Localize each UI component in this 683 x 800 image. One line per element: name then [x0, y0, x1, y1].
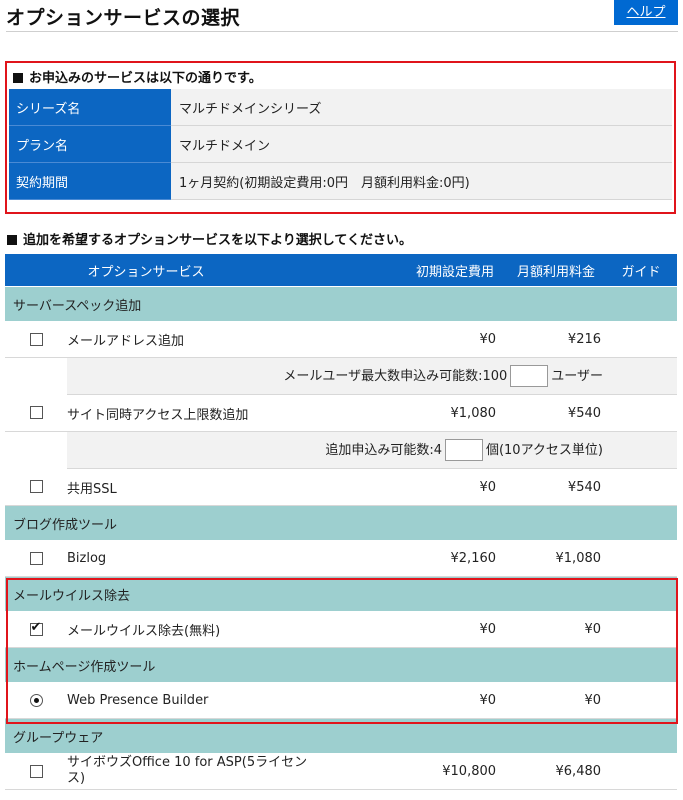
option-row-mail-address: メールアドレス追加 ¥0 ¥216 — [5, 321, 678, 358]
option-name: サイボウズOffice 10 for ASP(5ライセンス) — [67, 753, 348, 790]
option-detail-row: 追加申込み可能数:4 個(10アクセス単位) — [5, 431, 678, 469]
option-row-cybozu-office: サイボウズOffice 10 for ASP(5ライセンス) ¥10,800 ¥… — [5, 753, 678, 790]
column-header-guide: ガイド — [605, 254, 678, 287]
option-name: Bizlog — [67, 540, 348, 577]
shared-ssl-checkbox[interactable] — [29, 480, 43, 494]
category-row: サーバースペック追加 — [5, 286, 678, 321]
category-row: グループウェア — [5, 718, 678, 753]
category-label: メールウイルス除去 — [5, 576, 678, 611]
option-row-web-presence-builder: Web Presence Builder ¥0 ¥0 — [5, 682, 678, 719]
options-table-header: オプションサービス 初期設定費用 月額利用料金 ガイド — [5, 254, 678, 287]
summary-row-period: 契約期間 1ヶ月契約(初期設定費用:0円 月額利用料金:0円) — [9, 162, 672, 200]
site-access-checkbox[interactable] — [29, 406, 43, 420]
category-label: サーバースペック追加 — [5, 286, 678, 321]
application-summary: お申込みのサービスは以下の通りです。 シリーズ名 マルチドメインシリーズ プラン… — [5, 61, 676, 214]
column-header-initial-fee: 初期設定費用 — [347, 254, 501, 287]
access-quantity-input[interactable] — [444, 439, 483, 462]
square-bullet-icon — [7, 235, 17, 245]
help-button[interactable]: ヘルプ — [614, 0, 678, 25]
option-monthly-fee: ¥6,480 — [500, 753, 606, 790]
category-label: ブログ作成ツール — [5, 505, 678, 540]
quantity-label: メールユーザ最大数申込み可能数:100 — [283, 368, 508, 384]
option-initial-fee: ¥0 — [347, 611, 501, 648]
summary-label: プラン名 — [9, 125, 171, 163]
option-row-mail-virus: メールウイルス除去(無料) ¥0 ¥0 — [5, 611, 678, 648]
mail-user-quantity-input[interactable] — [510, 365, 549, 388]
summary-value: マルチドメイン — [171, 125, 672, 163]
bizlog-checkbox[interactable] — [29, 551, 43, 565]
option-name: Web Presence Builder — [67, 682, 348, 719]
category-label: ホームページ作成ツール — [5, 647, 678, 682]
summary-value: 1ヶ月契約(初期設定費用:0円 月額利用料金:0円) — [171, 162, 672, 200]
column-header-service: オプションサービス — [5, 254, 348, 287]
options-table: オプションサービス 初期設定費用 月額利用料金 ガイド サーバースペック追加 メ… — [5, 254, 678, 790]
category-row: メールウイルス除去 — [5, 576, 678, 611]
quantity-unit: 個(10アクセス単位) — [485, 442, 604, 458]
options-section-title: 追加を希望するオプションサービスを以下より選択してください。 — [7, 229, 412, 248]
option-name: メールアドレス追加 — [67, 321, 348, 358]
option-initial-fee: ¥0 — [347, 682, 501, 719]
option-initial-fee: ¥2,160 — [347, 540, 501, 577]
option-initial-fee: ¥0 — [347, 321, 501, 358]
mail-address-checkbox[interactable] — [29, 332, 43, 346]
option-monthly-fee: ¥540 — [500, 394, 606, 432]
summary-label: 契約期間 — [9, 162, 171, 200]
option-name: メールウイルス除去(無料) — [67, 611, 348, 648]
summary-label: シリーズ名 — [9, 89, 171, 126]
option-monthly-fee: ¥216 — [500, 321, 606, 358]
quantity-unit: ユーザー — [551, 368, 604, 384]
option-row-bizlog: Bizlog ¥2,160 ¥1,080 — [5, 540, 678, 577]
column-header-monthly-fee: 月額利用料金 — [500, 254, 606, 287]
option-monthly-fee: ¥1,080 — [500, 540, 606, 577]
option-row-shared-ssl: 共用SSL ¥0 ¥540 — [5, 468, 678, 506]
option-initial-fee: ¥0 — [347, 468, 501, 506]
option-initial-fee: ¥1,080 — [347, 394, 501, 432]
category-label: グループウェア — [5, 718, 678, 753]
square-bullet-icon — [13, 73, 23, 83]
option-detail-row: メールユーザ最大数申込み可能数:100 ユーザー — [5, 357, 678, 395]
summary-table: シリーズ名 マルチドメインシリーズ プラン名 マルチドメイン 契約期間 1ヶ月契… — [9, 89, 672, 200]
page-header: オプションサービスの選択 ヘルプ — [6, 0, 678, 32]
option-monthly-fee: ¥0 — [500, 682, 606, 719]
option-monthly-fee: ¥0 — [500, 611, 606, 648]
option-initial-fee: ¥10,800 — [347, 753, 501, 790]
summary-section-title: お申込みのサービスは以下の通りです。 — [13, 67, 262, 86]
category-row: ホームページ作成ツール — [5, 647, 678, 682]
quantity-label: 追加申込み可能数:4 — [325, 442, 442, 458]
cybozu-office-checkbox[interactable] — [29, 764, 43, 778]
option-name: 共用SSL — [67, 468, 348, 506]
option-row-site-access: サイト同時アクセス上限数追加 ¥1,080 ¥540 — [5, 394, 678, 432]
summary-row-plan: プラン名 マルチドメイン — [9, 125, 672, 163]
web-presence-builder-radio[interactable] — [29, 693, 43, 707]
summary-value: マルチドメインシリーズ — [171, 89, 672, 126]
summary-row-series: シリーズ名 マルチドメインシリーズ — [9, 89, 672, 126]
mail-virus-checkbox[interactable] — [29, 620, 43, 636]
option-monthly-fee: ¥540 — [500, 468, 606, 506]
option-name: サイト同時アクセス上限数追加 — [67, 394, 348, 432]
category-row: ブログ作成ツール — [5, 505, 678, 540]
page-title: オプションサービスの選択 — [6, 7, 241, 29]
